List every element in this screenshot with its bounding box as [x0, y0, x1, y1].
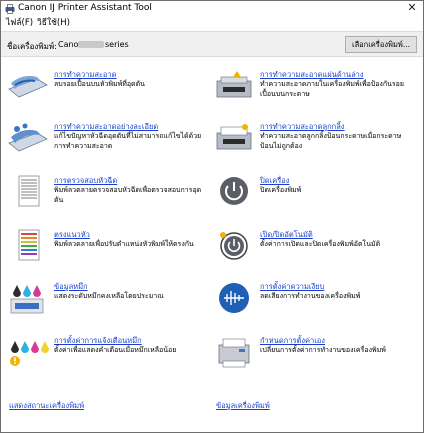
quiet-setting-icon[interactable] — [213, 281, 255, 315]
printer-selection-bar: ชื่อเครื่องพิมพ์: Canon series เลือกเครื… — [1, 31, 423, 57]
ink-warning-description: ตั้งค่าเพื่อแสดงคำเตือนเมื่อหมึกเหลือน้อ… — [54, 346, 177, 354]
bottom-plate-cleaning-icon[interactable] — [213, 69, 255, 103]
printer-model-redacted — [78, 41, 104, 48]
printer-name-label: ชื่อเครื่องพิมพ์: — [7, 42, 57, 51]
select-printer-button[interactable]: เลือกเครื่องพิมพ์... — [345, 36, 417, 53]
roller-cleaning-description: ทำความสะอาดลูกกลิ้งป้อนกระดาษเมื่อกระดาษ… — [260, 132, 402, 150]
print-head-cleaning-icon[interactable] — [7, 69, 49, 103]
printer-series-value: series — [105, 40, 129, 49]
auto-power-description: ตั้งค่าการเปิดและปิดเครื่องพิมพ์อัตโนมัต… — [260, 240, 381, 248]
print-head-alignment-item: ตรงแนวหัว พิมพ์ลวดลายเพื่อปรับตำแหน่งหัว… — [7, 229, 207, 279]
print-head-alignment-icon[interactable] — [7, 229, 49, 263]
roller-cleaning-item: การทำความสะอาดลูกกลิ้ง ทำความสะอาดลูกกลิ… — [213, 121, 413, 171]
ink-level-item: ข้อมูลหมึก แสดงระดับหมึกคงเหลือโดยประมาณ — [7, 281, 207, 331]
app-window: Canon IJ Printer Assistant Tool ✕ ไฟล์(F… — [0, 0, 424, 433]
print-head-alignment-description: พิมพ์ลวดลายเพื่อปรับตำแหน่งหัวพิมพ์ให้ตร… — [54, 240, 194, 248]
bottom-plate-cleaning-item: การทำความสะอาดแผ่นด้านล่าง ทำความสะอาดภา… — [213, 69, 413, 119]
auto-power-icon[interactable] — [213, 229, 255, 263]
deep-cleaning-description: แก้ไขปัญหาหัวฉีดอุดตันที่ไม่สามารถแก้ไขไ… — [54, 132, 202, 150]
custom-settings-icon[interactable] — [213, 335, 255, 369]
power-off-icon[interactable] — [213, 175, 255, 209]
printer-app-icon — [5, 4, 15, 14]
nozzle-check-description: พิมพ์ลวดลายตรวจสอบหัวฉีดเพื่อตรวจสอบการอ… — [54, 186, 202, 204]
auto-power-item: เปิด/ปิดอัตโนมัติ ตั้งค่าการเปิดและปิดเค… — [213, 229, 413, 279]
printer-info-link[interactable]: ข้อมูลเครื่องพิมพ์ — [216, 400, 270, 412]
ink-level-icon[interactable] — [7, 281, 49, 315]
power-off-description: ปิดเครื่องพิมพ์ — [260, 186, 302, 194]
quiet-setting-item: การตั้งค่าความเงียบ ลดเสียงการทำงานของเค… — [213, 281, 413, 331]
roller-cleaning-icon[interactable] — [213, 121, 255, 155]
cleaning-item: การทำความสะอาด ลบรอยเปื้อนบนหัวพิมพ์ที่อ… — [7, 69, 207, 119]
window-title: Canon IJ Printer Assistant Tool — [18, 3, 152, 13]
cleaning-description: ลบรอยเปื้อนบนหัวพิมพ์ที่อุดตัน — [54, 80, 145, 88]
ink-warning-icon[interactable] — [7, 335, 49, 369]
printer-status-link[interactable]: แสดงสถานะเครื่องพิมพ์ — [9, 400, 84, 412]
ink-warning-item: การตั้งค่าการแจ้งเตือนหมึก ตั้งค่าเพื่อแ… — [7, 335, 207, 385]
close-button[interactable]: ✕ — [405, 1, 419, 15]
power-off-item: ปิดเครื่อง ปิดเครื่องพิมพ์ — [213, 175, 413, 225]
menu-bar: ไฟล์(F) วิธีใช้(H) — [1, 17, 423, 30]
title-bar: Canon IJ Printer Assistant Tool ✕ — [1, 1, 423, 17]
menu-help[interactable]: วิธีใช้(H) — [37, 17, 70, 29]
bottom-plate-cleaning-description: ทำความสะอาดภายในเครื่องพิมพ์เพื่อป้องกัน… — [260, 80, 404, 98]
ink-level-description: แสดงระดับหมึกคงเหลือโดยประมาณ — [54, 292, 164, 300]
custom-settings-description: เปลี่ยนการตั้งค่าการทำงานของเครื่องพิมพ์ — [260, 346, 386, 354]
menu-file[interactable]: ไฟล์(F) — [6, 17, 33, 29]
deep-cleaning-icon[interactable] — [7, 121, 49, 155]
nozzle-check-item: การตรวจสอบหัวฉีด พิมพ์ลวดลายตรวจสอบหัวฉี… — [7, 175, 207, 225]
deep-cleaning-item: การทำความสะอาดอย่างละเอียด แก้ไขปัญหาหัว… — [7, 121, 207, 171]
quiet-setting-description: ลดเสียงการทำงานของเครื่องพิมพ์ — [260, 292, 361, 300]
nozzle-check-icon[interactable] — [7, 175, 49, 209]
custom-settings-item: กำหนดการตั้งค่าเอง เปลี่ยนการตั้งค่าการท… — [213, 335, 413, 385]
